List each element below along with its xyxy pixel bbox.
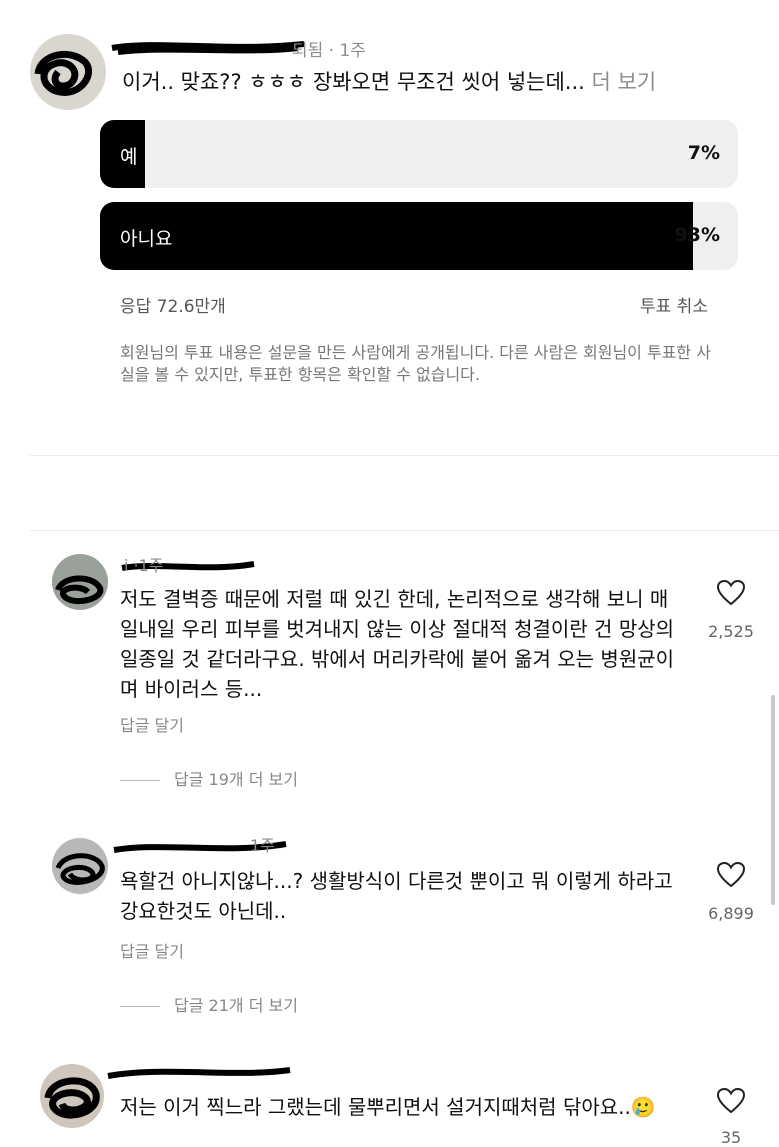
heart-icon[interactable] <box>717 1088 745 1114</box>
poll-fill <box>100 202 694 270</box>
post-text: 이거.. 맞죠?? ㅎㅎㅎ 장봐오면 무조건 씻어 넣는데... 더 보기 <box>122 66 656 96</box>
redaction-scribble <box>34 50 93 96</box>
view-replies-line <box>120 780 160 781</box>
redaction-scribble <box>55 575 104 605</box>
like-count: 35 <box>720 1128 742 1147</box>
like-count: 2,525 <box>708 622 754 641</box>
reply-button[interactable]: 답글 달기 <box>120 938 184 962</box>
comment-username[interactable]: i ·1주 <box>124 552 164 576</box>
poll-privacy-note: 회원님의 투표 내용은 설문을 만든 사람에게 공개됩니다. 다른 사람은 회원… <box>120 343 711 384</box>
poll-option-label: 예 <box>120 146 138 168</box>
more-link[interactable]: 더 보기 <box>592 70 657 94</box>
username-redaction <box>107 1067 291 1079</box>
divider <box>30 455 779 456</box>
redaction-scribble <box>44 1077 100 1119</box>
heart-icon[interactable] <box>717 580 745 606</box>
post-meta: 되됨 · 1주 <box>292 41 366 61</box>
poll-response-count: 응답 72.6만개 <box>120 297 226 317</box>
comment-text: 저도 결벽증 때문에 저럴 때 있긴 한데, 논리적으로 생각해 보니 매일내일… <box>120 587 675 701</box>
poll-option-no[interactable]: 아니요 93% <box>100 202 738 270</box>
divider <box>30 530 779 531</box>
comment-text: 욕할건 아니지않나...? 생활방식이 다른것 뿐이고 뭐 이렇게 하라고 강요… <box>120 869 673 923</box>
poll-option-label: 아니요 <box>120 228 173 250</box>
post-body: 이거.. 맞죠?? ㅎㅎㅎ 장봐오면 무조건 씻어 넣는데... <box>122 70 585 94</box>
username-redaction <box>111 41 305 55</box>
view-replies-line <box>120 1006 160 1007</box>
avatar[interactable] <box>30 34 106 110</box>
view-replies-button[interactable]: 답글 19개 더 보기 <box>120 766 298 790</box>
poll-option-percent: 7% <box>687 142 720 164</box>
poll-option-yes[interactable]: 예 7% <box>100 120 738 188</box>
poll-option-percent: 93% <box>674 224 720 246</box>
post-header: 되됨 · 1주 이거.. 맞죠?? ㅎㅎㅎ 장봐오면 무조건 씻어 넣는데...… <box>30 30 750 110</box>
scrollbar[interactable] <box>771 695 775 905</box>
avatar[interactable] <box>40 1064 104 1128</box>
view-replies-label: 답글 21개 더 보기 <box>174 996 298 1015</box>
redaction-scribble <box>55 853 105 885</box>
avatar[interactable] <box>52 554 108 610</box>
view-replies-button[interactable]: 답글 21개 더 보기 <box>120 992 298 1016</box>
comment-username[interactable]: 1주 <box>250 832 275 856</box>
avatar[interactable] <box>52 838 108 894</box>
heart-icon[interactable] <box>717 862 745 888</box>
reply-button[interactable]: 답글 달기 <box>120 712 184 736</box>
like-count: 6,899 <box>708 904 754 923</box>
comment-text: 저는 이거 찍느라 그랬는데 물뿌리면서 설거지때처럼 닦아요..🥲 <box>120 1095 656 1119</box>
cancel-vote-button[interactable]: 투표 취소 <box>640 292 708 317</box>
view-replies-label: 답글 19개 더 보기 <box>174 770 298 789</box>
